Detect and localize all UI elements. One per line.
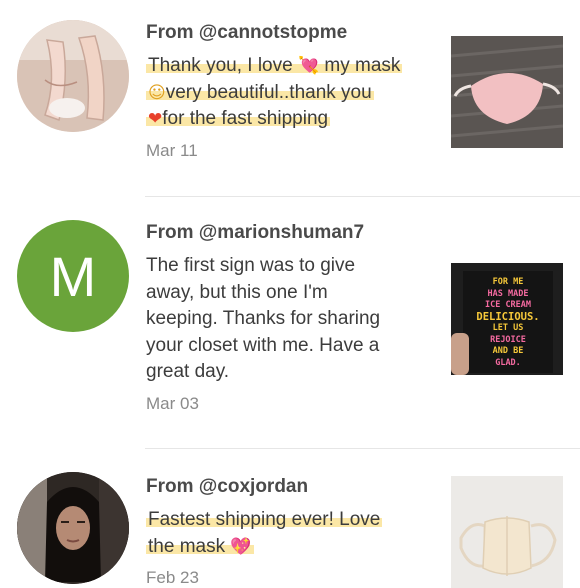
sign-text-line: ICE CREAM <box>484 300 532 310</box>
sign-text-line: DELICIOUS. <box>476 310 540 323</box>
cream-mask-photo-icon <box>451 476 563 588</box>
divider <box>145 196 580 197</box>
product-thumbnail[interactable] <box>451 36 563 148</box>
divider <box>145 448 580 449</box>
avatar-letter: M <box>49 244 97 308</box>
sign-text-line: GLAD. <box>495 357 521 368</box>
sign-text-line: HAS MADE <box>487 288 529 299</box>
heart-icon: ❤ <box>148 109 163 129</box>
product-thumbnail[interactable]: FOR ME HAS MADE ICE CREAM DELICIOUS. LET… <box>451 263 563 375</box>
hand-shape <box>451 333 469 375</box>
review-from[interactable]: From @cannotstopme <box>146 21 436 45</box>
sign-text-line: FOR ME <box>492 277 524 287</box>
pink-mask-photo-icon <box>451 36 563 148</box>
sign-text-line: LET US <box>492 323 524 333</box>
review-message: The first sign was to give away, but thi… <box>146 255 381 382</box>
review-message: Fastest shipping ever! Love the mask 💖 <box>146 509 383 557</box>
heart-arrow-icon: 💘 <box>297 56 320 76</box>
product-thumbnail[interactable] <box>451 476 563 588</box>
sign-text-line: REJOICE <box>490 334 526 345</box>
review-from[interactable]: From @marionshuman7 <box>146 221 436 245</box>
review-date: Mar 03 <box>146 393 199 413</box>
shoes-photo-icon <box>17 20 129 132</box>
avatar[interactable] <box>17 20 129 132</box>
woman-portrait-photo-icon <box>17 472 129 584</box>
avatar[interactable] <box>17 472 129 584</box>
sign-photo-icon: FOR ME HAS MADE ICE CREAM DELICIOUS. LET… <box>463 271 553 373</box>
review-date: Mar 11 <box>146 140 198 160</box>
review-from[interactable]: From @coxjordan <box>146 475 436 499</box>
smiling-face-icon: ☺ <box>148 82 166 103</box>
sparkling-heart-icon: 💖 <box>230 536 252 557</box>
review-message: Thank you, I love 💘 my mask ☺very beauti… <box>146 55 403 129</box>
avatar[interactable]: M <box>17 220 129 332</box>
review-date: Feb 23 <box>146 568 199 587</box>
sign-text-line: AND BE <box>492 346 524 356</box>
